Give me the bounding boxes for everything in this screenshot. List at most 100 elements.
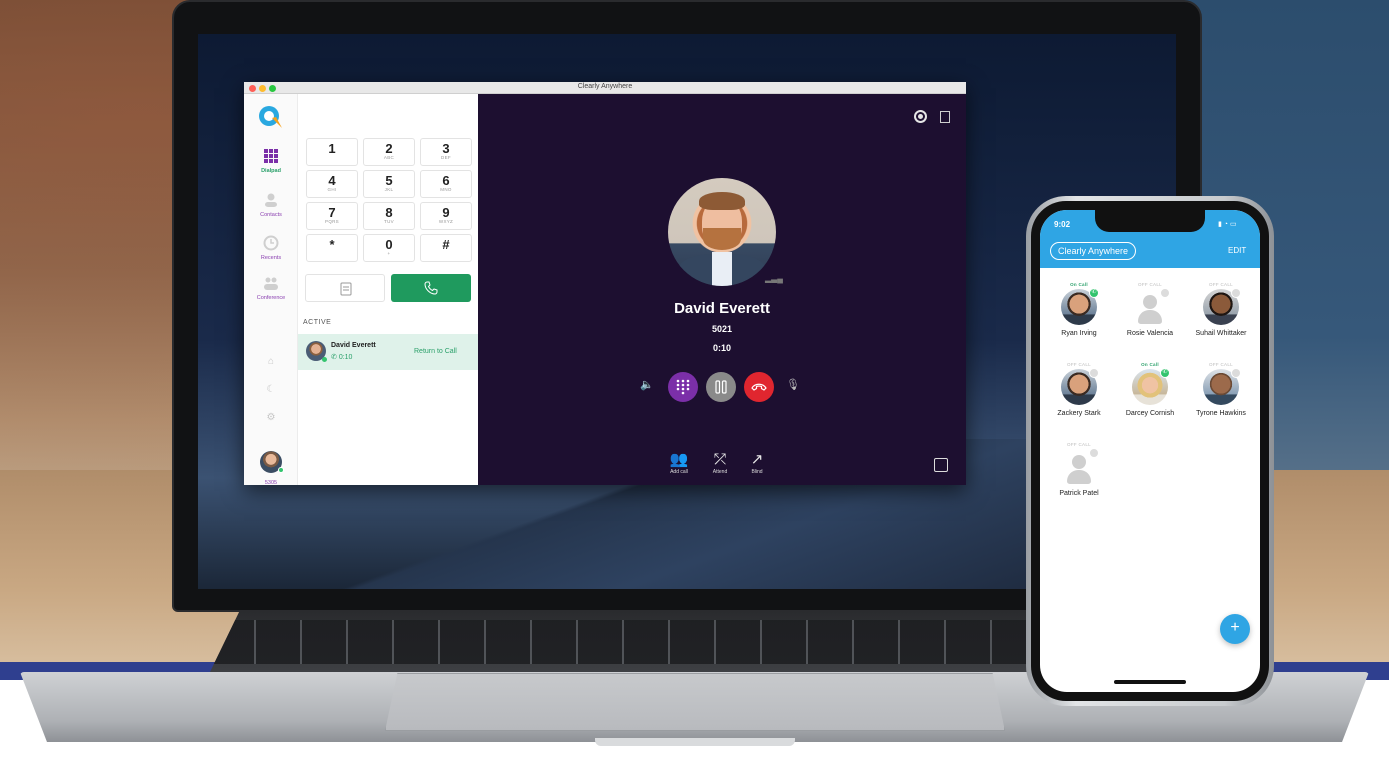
phone-header: 9:02 ▮ ◔ ▭ Clearly Anywhere EDIT: [1040, 210, 1260, 268]
dialpad-key[interactable]: 3 DEF: [420, 138, 472, 166]
dialpad-keys: 1 2 ABC 3 DEF 4 GHI 5 JKL 6 MNO 7 PQRS 8 TUV 9 WXYZ * 0 + #: [306, 138, 472, 262]
key-letters: TUV: [384, 219, 394, 224]
phone-screen: 9:02 ▮ ◔ ▭ Clearly Anywhere EDIT On Call…: [1040, 210, 1260, 692]
active-call-name: David Everett: [331, 342, 376, 349]
signal-strength-icon: ▂▃▄: [765, 274, 783, 283]
title-bar: Clearly Anywhere: [244, 82, 966, 94]
edit-button[interactable]: EDIT: [1228, 246, 1246, 255]
key-digit: 8: [385, 205, 393, 220]
sidebar-item-contacts[interactable]: Contacts: [244, 192, 298, 218]
contact-item[interactable]: OFF CALL Suhail Whittaker: [1186, 282, 1256, 337]
attend-transfer-button[interactable]: ⤱ Attend: [703, 451, 737, 476]
call-button[interactable]: [391, 274, 471, 302]
caller-photo: [668, 178, 776, 286]
key-letters: ABC: [383, 155, 395, 160]
record-icon[interactable]: [914, 110, 927, 123]
contact-item[interactable]: On Call ✆ Darcey Cornish: [1115, 362, 1185, 417]
clock-icon: [263, 235, 279, 251]
hangup-button[interactable]: [744, 372, 774, 402]
home-indicator: [1114, 680, 1186, 684]
attended-transfer-icon: ⤱: [713, 451, 726, 468]
contact-item[interactable]: On Call ✆ Ryan Irving: [1044, 282, 1114, 337]
active-call-row[interactable]: David Everett ✆ 0:10 Return to Call: [298, 334, 478, 370]
return-to-call-link[interactable]: Return to Call: [414, 348, 457, 355]
key-digit: 6: [442, 173, 450, 188]
call-timer: 0:10: [712, 343, 731, 353]
panel-toggle-icon[interactable]: [940, 111, 950, 123]
contact-person-icon: [265, 193, 277, 207]
dialpad-key[interactable]: #: [420, 234, 472, 262]
sidebar-item-recents[interactable]: Recents: [244, 235, 298, 261]
key-digit: 1: [328, 141, 336, 156]
key-letters: DEF: [441, 155, 451, 160]
contact-name: Tyrone Hawkins: [1196, 410, 1246, 417]
key-digit: 2: [385, 141, 393, 156]
key-digit: 3: [442, 141, 450, 156]
dialpad-key[interactable]: 8 TUV: [363, 202, 415, 230]
avatar: [1061, 368, 1099, 405]
dialpad-key[interactable]: 7 PQRS: [306, 202, 358, 230]
dialpad-key[interactable]: 6 MNO: [420, 170, 472, 198]
hangup-icon: [751, 383, 767, 391]
key-letters: WXYZ: [438, 219, 454, 224]
keypad-button[interactable]: [668, 372, 698, 402]
key-digit: 9: [442, 205, 450, 220]
transfer-icon[interactable]: [934, 458, 948, 472]
conference-people-icon: [264, 277, 278, 290]
key-digit: 5: [385, 173, 393, 188]
blind-label: Blind: [751, 469, 763, 475]
dialpad-key[interactable]: 4 GHI: [306, 170, 358, 198]
add-call-icon: 👥: [669, 451, 689, 468]
keypad-icon: [676, 379, 690, 395]
active-call-duration: ✆ 0:10: [331, 354, 353, 361]
key-letters: JKL: [384, 187, 394, 192]
add-contact-button[interactable]: +: [1220, 614, 1250, 644]
pause-icon: [715, 380, 727, 394]
smartphone: 9:02 ▮ ◔ ▭ Clearly Anywhere EDIT On Call…: [1026, 196, 1274, 706]
moon-icon[interactable]: ☾: [265, 384, 277, 396]
caller-name: David Everett: [674, 300, 770, 317]
contact-name: Rosie Valencia: [1126, 330, 1174, 337]
presence-badge-icon: [1160, 288, 1170, 298]
home-icon[interactable]: ⌂: [265, 356, 277, 368]
call-state-label: OFF CALL: [1209, 282, 1233, 287]
message-button[interactable]: [305, 274, 385, 302]
dialpad-key[interactable]: 2 ABC: [363, 138, 415, 166]
contact-item[interactable]: OFF CALL Rosie Valencia: [1115, 282, 1185, 337]
key-digit: *: [329, 237, 335, 252]
contact-name: Ryan Irving: [1061, 330, 1097, 337]
presence-badge-icon: [1089, 368, 1099, 378]
dialpad-grid-icon: [264, 149, 278, 163]
avatar: [1132, 288, 1170, 325]
laptop-lid-notch: [595, 738, 795, 746]
contact-item[interactable]: OFF CALL Zackery Stark: [1044, 362, 1114, 417]
presence-badge-icon: [1231, 288, 1241, 298]
sidebar-item-label: Contacts: [260, 212, 282, 218]
sidebar-item-conference[interactable]: Conference: [244, 275, 298, 301]
dialpad-key[interactable]: 1: [306, 138, 358, 166]
dialpad-key[interactable]: 5 JKL: [363, 170, 415, 198]
dialpad-key[interactable]: *: [306, 234, 358, 262]
contact-item[interactable]: OFF CALL Patrick Patel: [1044, 442, 1114, 497]
phone-brand-pill[interactable]: Clearly Anywhere: [1050, 242, 1137, 260]
microphone-icon[interactable]: 🎙: [784, 378, 802, 396]
dialpad-key[interactable]: 9 WXYZ: [420, 202, 472, 230]
hold-button[interactable]: [706, 372, 736, 402]
gear-icon[interactable]: ⚙: [265, 412, 277, 424]
status-time: 9:02: [1054, 220, 1071, 229]
speaker-icon[interactable]: 🔈: [638, 378, 656, 396]
sidebar-item-dialpad[interactable]: Dialpad: [244, 148, 298, 174]
call-state-label: OFF CALL: [1209, 362, 1233, 367]
contact-name: Zackery Stark: [1057, 410, 1101, 417]
blind-transfer-button[interactable]: ↗ Blind: [740, 452, 774, 476]
contact-name: Patrick Patel: [1059, 490, 1099, 497]
contact-item[interactable]: OFF CALL Tyrone Hawkins: [1186, 362, 1256, 417]
app-window: Clearly Anywhere Dialpad Contacts Recent…: [244, 82, 966, 485]
key-letters: MNO: [440, 187, 452, 192]
key-letters: PQRS: [325, 219, 339, 224]
add-call-button[interactable]: 👥 Add call: [662, 451, 696, 476]
avatar: [1203, 288, 1241, 325]
phone-icon: [424, 281, 438, 295]
status-icons: ▮ ◔ ▭: [1218, 221, 1237, 228]
dialpad-key[interactable]: 0 +: [363, 234, 415, 262]
